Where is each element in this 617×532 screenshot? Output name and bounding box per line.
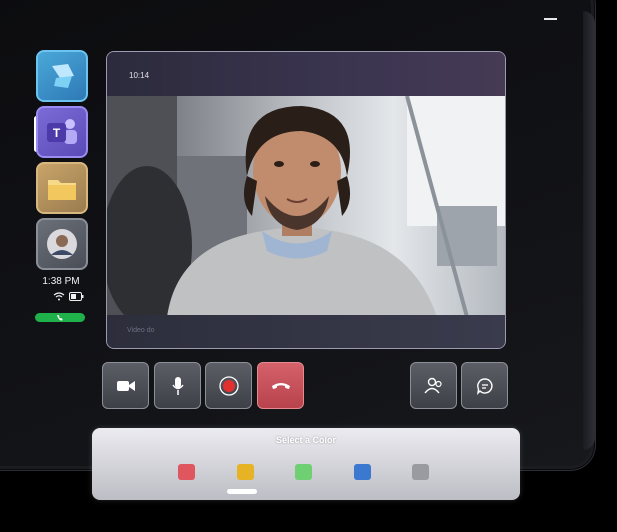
files-app-button[interactable] <box>36 162 88 214</box>
swatch-red[interactable] <box>178 464 195 480</box>
status-icons <box>53 291 84 301</box>
camera-button[interactable] <box>102 362 149 409</box>
call-footer: Video do <box>107 315 505 348</box>
participant-video <box>107 96 505 317</box>
phone-icon <box>57 315 63 321</box>
mic-button[interactable] <box>154 362 201 409</box>
call-time-label: 10:14 <box>129 71 150 80</box>
mic-icon <box>171 376 184 395</box>
teams-icon: T <box>47 119 77 144</box>
palette-title: Select a Color <box>275 435 337 445</box>
video-call-window: 10:14 Video do <box>106 51 506 349</box>
hangup-icon <box>271 382 290 389</box>
profile-app-button[interactable] <box>36 218 88 270</box>
folder-icon <box>48 180 76 200</box>
swatch-gray[interactable] <box>412 464 429 480</box>
wifi-icon <box>53 292 65 301</box>
end-call-button[interactable] <box>257 362 304 409</box>
participant-person <box>107 96 505 317</box>
status-time: 1:38 PM <box>42 276 80 287</box>
profile-avatar <box>47 229 77 259</box>
footer-hint: Video do <box>127 327 155 334</box>
minimize-icon[interactable] <box>544 18 557 20</box>
teams-app-button[interactable]: T <box>36 106 88 158</box>
call-header: 10:14 <box>107 52 505 96</box>
swatch-green[interactable] <box>295 464 312 480</box>
record-icon <box>218 375 239 396</box>
battery-icon <box>69 291 84 301</box>
people-icon <box>423 377 442 393</box>
swatch-yellow[interactable] <box>237 464 254 480</box>
azure-app-button[interactable] <box>36 50 88 102</box>
chat-icon <box>476 377 493 395</box>
camera-icon <box>116 380 135 391</box>
record-button[interactable] <box>205 362 252 409</box>
swatch-blue[interactable] <box>354 464 371 480</box>
svg-text:T: T <box>53 126 61 140</box>
participants-button[interactable] <box>410 362 457 409</box>
chat-button[interactable] <box>461 362 508 409</box>
color-palette: Select a Color <box>92 428 520 500</box>
azure-icon <box>52 64 74 88</box>
palette-handle[interactable] <box>227 489 257 494</box>
active-call-indicator[interactable] <box>35 313 85 322</box>
